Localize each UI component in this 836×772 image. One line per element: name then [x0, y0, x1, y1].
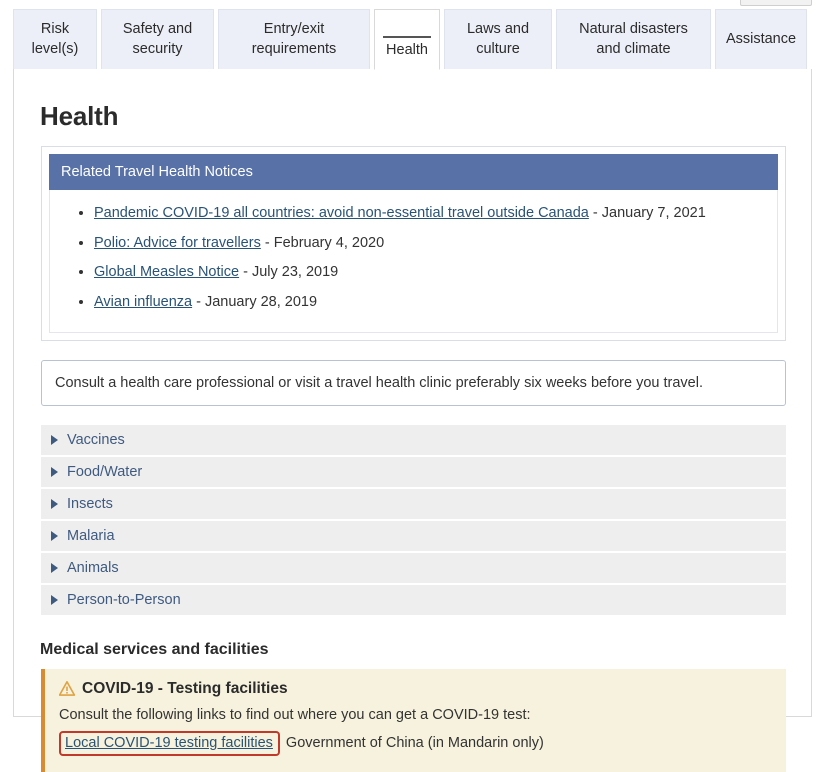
notice-link[interactable]: Pandemic COVID-19 all countries: avoid n…	[94, 205, 589, 221]
tab-health[interactable]: Health	[374, 9, 440, 70]
accordion-item-malaria[interactable]: Malaria	[41, 520, 786, 553]
notice-link[interactable]: Polio: Advice for travellers	[94, 235, 261, 251]
chevron-right-icon	[51, 594, 58, 605]
tab-label: Laws and culture	[466, 21, 530, 57]
notice-link[interactable]: Avian influenza	[94, 294, 192, 310]
notices-header: Related Travel Health Notices	[49, 154, 778, 190]
chevron-right-icon	[51, 434, 58, 445]
warning-triangle-icon	[59, 681, 75, 697]
local-covid-testing-facilities-link[interactable]: Local COVID-19 testing facilities	[65, 735, 273, 751]
chevron-right-icon	[51, 530, 58, 541]
accordion-label: Vaccines	[67, 431, 125, 448]
accordion-item-person-to-person[interactable]: Person-to-Person	[41, 584, 786, 617]
tab-label: Safety and security	[122, 21, 193, 57]
tab-label: Natural disasters and climate	[579, 21, 688, 57]
tab-assistance[interactable]: Assistance	[715, 9, 807, 70]
accordion-item-animals[interactable]: Animals	[41, 552, 786, 585]
list-item: Polio: Advice for travellers - February …	[94, 229, 777, 259]
link-highlight-box: Local COVID-19 testing facilities	[59, 730, 280, 756]
health-tab-panel: Health Related Travel Health Notices Pan…	[13, 69, 812, 772]
list-item: Global Measles Notice - July 23, 2019	[94, 258, 777, 288]
tab-laws-and-culture[interactable]: Laws and culture	[444, 9, 552, 70]
tab-label: Assistance	[725, 31, 797, 48]
accordion-label: Animals	[67, 559, 119, 576]
tab-label: Entry/exit requirements	[251, 21, 337, 57]
covid-callout-heading: COVID-19 - Testing facilities	[59, 680, 772, 698]
notice-link[interactable]: Global Measles Notice	[94, 264, 239, 280]
covid-link-row: Local COVID-19 testing facilities Govern…	[59, 730, 772, 756]
accordion-item-food-water[interactable]: Food/Water	[41, 456, 786, 489]
accordion-label: Person-to-Person	[67, 591, 181, 608]
covid-intro-text: Consult the following links to find out …	[59, 706, 531, 723]
chevron-right-icon	[51, 498, 58, 509]
top-partial-control	[740, 0, 812, 6]
accordion-label: Malaria	[67, 527, 115, 544]
covid-testing-facilities-callout: COVID-19 - Testing facilities Consult th…	[41, 668, 786, 772]
accordion-label: Insects	[67, 495, 113, 512]
chevron-right-icon	[51, 562, 58, 573]
tab-label: Risk level(s)	[31, 21, 79, 57]
consult-advisory-box: Consult a health care professional or vi…	[41, 359, 786, 406]
notice-date: - January 7, 2021	[588, 205, 706, 221]
notices-body: Pandemic COVID-19 all countries: avoid n…	[49, 190, 778, 333]
accordion-item-vaccines[interactable]: Vaccines	[41, 424, 786, 457]
medical-services-heading: Medical services and facilities	[40, 640, 269, 658]
accordion-label: Food/Water	[67, 463, 143, 480]
related-travel-health-notices-panel: Related Travel Health Notices Pandemic C…	[41, 146, 786, 341]
chevron-right-icon	[51, 466, 58, 477]
tab-natural-disasters-and-climate[interactable]: Natural disasters and climate	[556, 9, 711, 70]
notice-date: - February 4, 2020	[260, 234, 385, 251]
tab-risk-levels[interactable]: Risk level(s)	[13, 9, 97, 70]
tab-bar: Risk level(s) Safety and security Entry/…	[13, 9, 807, 70]
tab-safety-and-security[interactable]: Safety and security	[101, 9, 214, 70]
tab-label: Health	[386, 42, 428, 59]
notice-date: - July 23, 2019	[239, 264, 339, 281]
page-title: Health	[40, 101, 119, 131]
consult-text: Consult a health care professional or vi…	[55, 374, 703, 391]
list-item: Avian influenza - January 28, 2019	[94, 288, 777, 318]
list-item: Pandemic COVID-19 all countries: avoid n…	[94, 199, 777, 229]
covid-heading-text: COVID-19 - Testing facilities	[82, 679, 288, 697]
covid-link-suffix: Government of China (in Mandarin only)	[285, 735, 544, 752]
notice-date: - January 28, 2019	[192, 294, 318, 311]
accordion-item-insects[interactable]: Insects	[41, 488, 786, 521]
tab-entry-exit-requirements[interactable]: Entry/exit requirements	[218, 9, 370, 70]
health-topics-accordion: Vaccines Food/Water Insects Malaria Anim…	[41, 424, 786, 617]
notices-list: Pandemic COVID-19 all countries: avoid n…	[50, 199, 777, 318]
